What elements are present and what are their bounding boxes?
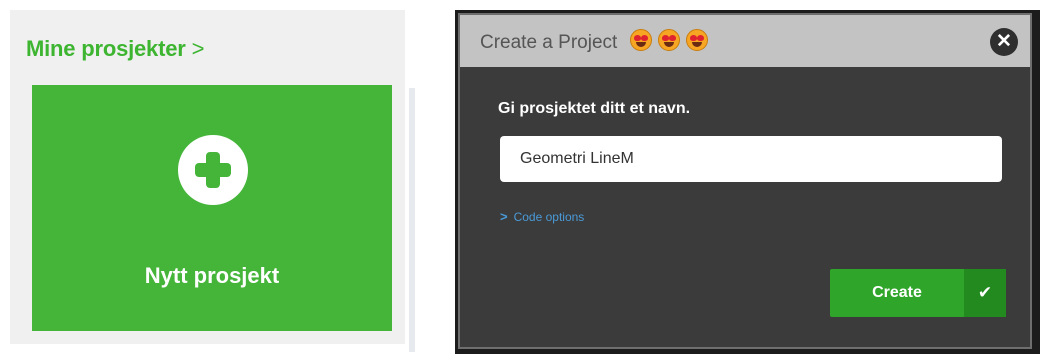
heart-eyes-emoji-icon bbox=[686, 29, 709, 51]
new-project-label: Nytt prosjekt bbox=[144, 263, 280, 288]
projects-panel: Mine prosjekter > Nytt prosjekt bbox=[10, 10, 415, 352]
my-projects-heading: Mine prosjekter bbox=[26, 36, 186, 61]
project-name-label: Gi prosjektet ditt et navn. bbox=[498, 100, 691, 117]
plus-icon bbox=[178, 135, 248, 205]
close-icon: ✕ bbox=[996, 31, 1012, 52]
create-button[interactable]: Create ✔ bbox=[830, 269, 1006, 317]
close-button[interactable]: ✕ bbox=[990, 28, 1018, 56]
card-edge bbox=[409, 88, 415, 352]
heart-eyes-emoji-icon bbox=[629, 29, 652, 51]
dialog-title-text: Create a Project bbox=[480, 32, 618, 53]
dialog-header: Create a Project ✕ bbox=[460, 15, 1030, 67]
code-options-label: Code options bbox=[513, 210, 585, 224]
project-name-input[interactable] bbox=[500, 136, 1002, 182]
code-options-toggle[interactable]: > Code options bbox=[500, 209, 584, 224]
checkmark-icon: ✔ bbox=[964, 269, 1006, 317]
heart-eyes-emoji-icon bbox=[657, 29, 680, 51]
dialog-title: Create a Project bbox=[480, 29, 709, 54]
chevron-right-icon: > bbox=[500, 209, 508, 224]
emoji-group bbox=[629, 29, 709, 53]
create-project-dialog: Create a Project ✕ Gi prosjektet ditt et… bbox=[458, 13, 1032, 349]
create-button-label: Create bbox=[872, 284, 922, 301]
new-project-card[interactable]: Nytt prosjekt bbox=[32, 85, 392, 331]
my-projects-link[interactable]: Mine prosjekter > bbox=[26, 36, 204, 62]
chevron-right-icon: > bbox=[191, 36, 205, 61]
